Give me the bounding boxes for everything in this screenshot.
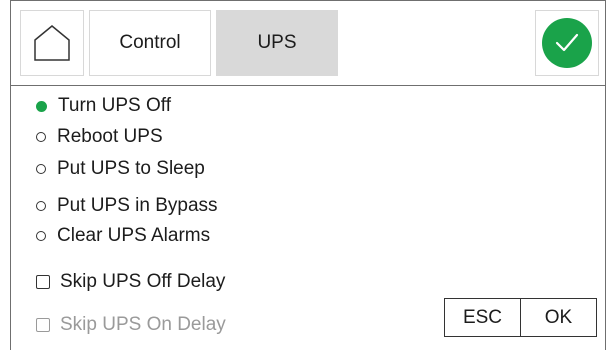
confirm-circle (542, 18, 592, 68)
radio-option-reboot-ups[interactable]: Reboot UPS (36, 125, 163, 149)
checkbox-skip-ups-off-delay[interactable]: Skip UPS Off Delay (36, 270, 225, 294)
radio-button[interactable] (36, 132, 46, 142)
home-button[interactable] (20, 10, 84, 76)
checkmark-icon (555, 33, 579, 52)
option-label: Reboot UPS (57, 126, 163, 147)
home-icon (34, 25, 70, 61)
confirm-button[interactable] (535, 10, 599, 76)
checkbox-skip-ups-on-delay: Skip UPS On Delay (36, 313, 226, 337)
tab-control-label: Control (119, 32, 181, 53)
option-label: Turn UPS Off (58, 95, 171, 116)
checkbox-disabled (36, 318, 50, 332)
tab-ups[interactable]: UPS (216, 10, 338, 76)
radio-option-clear-ups-alarms[interactable]: Clear UPS Alarms (36, 224, 210, 248)
checkbox-label: Skip UPS On Delay (60, 314, 226, 335)
radio-button-selected[interactable] (36, 100, 47, 112)
radio-option-put-ups-to-sleep[interactable]: Put UPS to Sleep (36, 157, 205, 181)
radio-button[interactable] (36, 164, 46, 174)
ok-button-label: OK (544, 306, 573, 328)
tab-control[interactable]: Control (89, 10, 211, 76)
radio-option-put-ups-in-bypass[interactable]: Put UPS in Bypass (36, 194, 218, 218)
ok-button[interactable]: OK (520, 298, 597, 337)
checkbox-label: Skip UPS Off Delay (60, 271, 226, 292)
checkbox[interactable] (36, 275, 50, 289)
option-label: Clear UPS Alarms (57, 225, 211, 246)
radio-button[interactable] (36, 231, 46, 241)
option-label: Put UPS to Sleep (57, 158, 205, 179)
radio-option-turn-ups-off[interactable]: Turn UPS Off (36, 94, 171, 118)
esc-button-label: ESC (462, 306, 503, 328)
tab-ups-label: UPS (257, 32, 297, 53)
esc-button[interactable]: ESC (444, 298, 521, 337)
radio-button[interactable] (36, 201, 46, 211)
option-label: Put UPS in Bypass (57, 195, 218, 216)
